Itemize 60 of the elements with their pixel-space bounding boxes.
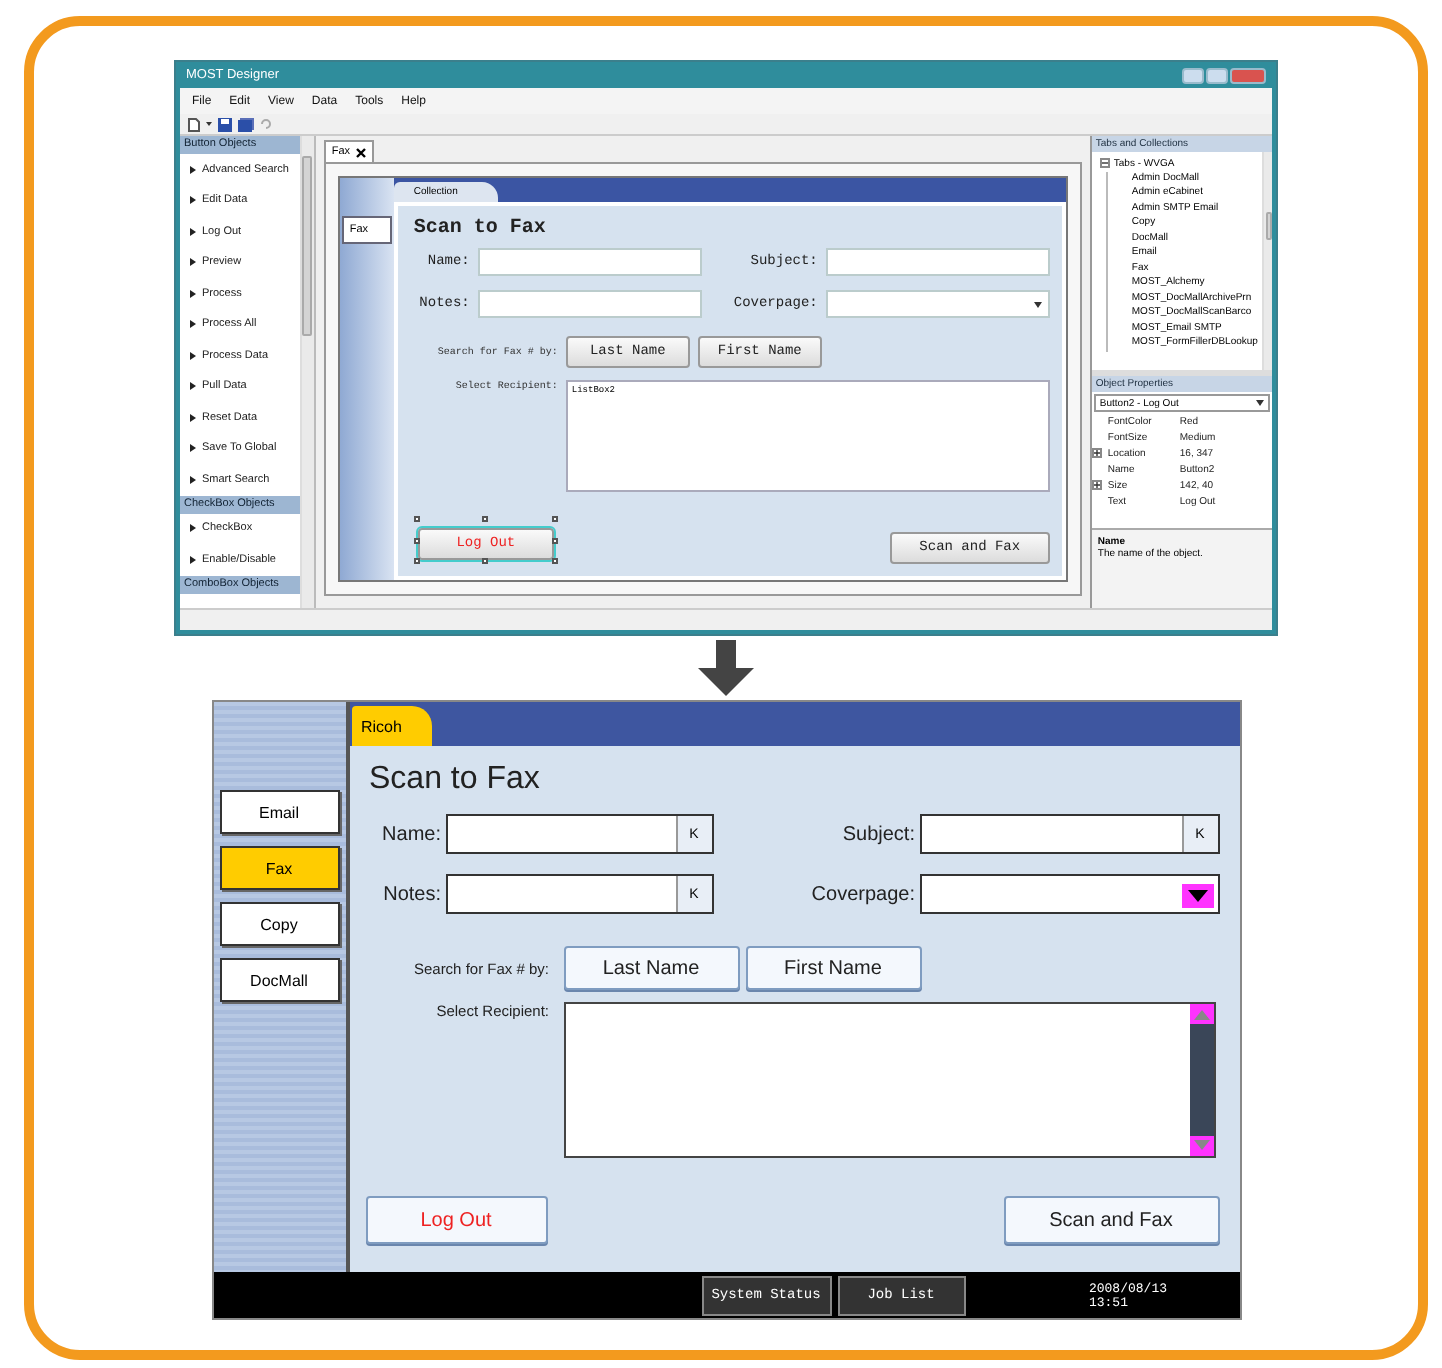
- search-button[interactable]: First Name: [745, 946, 921, 990]
- save-all-icon[interactable]: [238, 117, 254, 131]
- form-title: Scan to Fax: [369, 762, 542, 798]
- dropdown-field[interactable]: [919, 874, 1219, 914]
- scrollbar[interactable]: [299, 136, 314, 608]
- form-button[interactable]: Scan and Fax: [1003, 1196, 1219, 1244]
- minimize-button[interactable]: [1182, 67, 1204, 83]
- side-tab[interactable]: Copy: [219, 902, 339, 946]
- field-label: Subject:: [840, 823, 915, 845]
- triangle-icon: [190, 165, 196, 174]
- form-title: Scan to Fax: [413, 218, 548, 240]
- maximize-button[interactable]: [1206, 67, 1228, 83]
- triangle-icon: [190, 382, 196, 391]
- field-label: Notes:: [381, 883, 441, 905]
- triangle-icon: [190, 475, 196, 484]
- resize-handle[interactable]: [413, 516, 420, 522]
- triangle-icon: [190, 524, 196, 533]
- input-field[interactable]: [477, 248, 702, 276]
- resize-handle[interactable]: [551, 537, 558, 543]
- form-button[interactable]: Log Out: [365, 1196, 547, 1244]
- scroll-down-icon[interactable]: [1189, 1136, 1213, 1156]
- scrollbar[interactable]: [1189, 1004, 1213, 1156]
- close-icon[interactable]: [356, 147, 367, 157]
- expand-icon[interactable]: [1091, 448, 1102, 458]
- triangle-icon: [190, 227, 196, 236]
- side-tab[interactable]: DocMall: [219, 958, 339, 1002]
- save-icon[interactable]: [218, 117, 232, 131]
- scrollbar[interactable]: [1262, 152, 1272, 370]
- side-tab[interactable]: Fax: [219, 846, 339, 890]
- side-tab[interactable]: Email: [219, 790, 339, 834]
- input-field[interactable]: [477, 290, 702, 318]
- scroll-up-icon[interactable]: [1189, 1004, 1213, 1024]
- caret-icon[interactable]: [206, 122, 212, 126]
- input-field[interactable]: [825, 248, 1050, 276]
- caret-icon[interactable]: [1179, 878, 1215, 914]
- list-box[interactable]: [563, 1002, 1215, 1158]
- resize-handle[interactable]: [413, 537, 420, 543]
- triangle-icon: [190, 351, 196, 360]
- new-file-icon[interactable]: [188, 117, 200, 131]
- triangle-icon: [190, 444, 196, 453]
- field-label: Name:: [380, 823, 441, 845]
- expand-icon[interactable]: [1091, 480, 1102, 490]
- resize-handle[interactable]: [551, 516, 558, 522]
- resize-handle[interactable]: [413, 558, 420, 564]
- triangle-icon: [190, 196, 196, 205]
- triangle-icon: [190, 320, 196, 329]
- triangle-icon: [190, 555, 196, 564]
- caret-icon: [1033, 301, 1042, 307]
- brand-tab[interactable]: Ricoh: [351, 706, 431, 746]
- resize-handle[interactable]: [551, 558, 558, 564]
- collapse-icon[interactable]: [1099, 158, 1110, 169]
- resize-handle[interactable]: [482, 516, 489, 522]
- triangle-icon: [190, 413, 196, 422]
- field-label: Coverpage:: [809, 883, 915, 905]
- search-button[interactable]: Last Name: [563, 946, 739, 990]
- down-arrow-icon: [696, 640, 756, 696]
- resize-handle[interactable]: [482, 558, 489, 564]
- caret-icon[interactable]: [1256, 400, 1264, 406]
- triangle-icon: [190, 289, 196, 298]
- triangle-icon: [190, 258, 196, 267]
